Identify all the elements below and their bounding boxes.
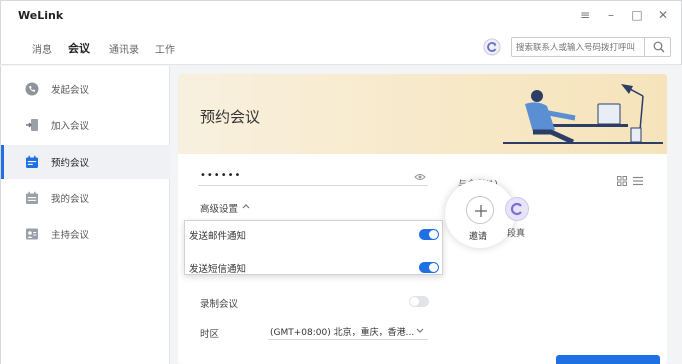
record-meeting-toggle[interactable] (409, 296, 429, 307)
search-button[interactable] (644, 38, 671, 56)
participant-name: 段真 (507, 229, 526, 239)
chevron-down-icon (416, 328, 424, 333)
sidebar-item-host-meeting[interactable]: 主持会议 (1, 217, 170, 251)
sms-notification-toggle[interactable] (419, 262, 439, 273)
sidebar-item-label: 发起会议 (51, 85, 90, 96)
search-input[interactable] (516, 41, 640, 54)
plus-icon (475, 205, 487, 217)
email-notification-toggle[interactable] (419, 229, 439, 240)
minimize-button[interactable]: – (600, 6, 622, 24)
sidebar-item-label: 主持会议 (51, 230, 90, 241)
app-title: WeLink (18, 9, 64, 22)
tab-contacts[interactable]: 通讯录 (109, 41, 139, 56)
tab-messages[interactable]: 消息 (32, 41, 52, 56)
list-view-icon[interactable] (633, 176, 643, 186)
submit-button[interactable] (556, 355, 660, 364)
join-icon (26, 119, 38, 131)
nav-bar: 消息 会议 通讯录 工作 (0, 30, 682, 65)
close-button[interactable]: ✕ (652, 6, 674, 24)
sidebar-item-label: 加入会议 (51, 121, 90, 132)
person-at-desk-illustration (503, 84, 663, 145)
sms-notification-label: 发送短信通知 (189, 264, 247, 275)
timezone-select[interactable]: (GMT+08:00) 北京，重庆，香港... (268, 322, 428, 340)
password-field[interactable]: •••••• (198, 168, 428, 186)
timezone-label: 时区 (200, 329, 220, 340)
maximize-button[interactable]: □ (626, 6, 648, 24)
record-meeting-label: 录制会议 (200, 299, 239, 310)
sidebar-item-my-meetings[interactable]: 我的会议 (1, 181, 170, 215)
sidebar-item-join-meeting[interactable]: 加入会议 (1, 108, 170, 142)
email-notification-label: 发送邮件通知 (189, 231, 247, 242)
sidebar-item-label: 我的会议 (51, 194, 90, 205)
avatar[interactable] (505, 197, 529, 221)
menu-button[interactable]: ≡ (574, 6, 596, 24)
invite-button[interactable] (466, 196, 494, 224)
tab-work[interactable]: 工作 (155, 41, 175, 56)
calendar-list-icon (26, 191, 38, 204)
eye-icon[interactable] (414, 172, 426, 182)
host-icon (26, 228, 38, 240)
phone-icon (25, 82, 39, 96)
page-title: 预约会议 (200, 108, 261, 126)
refresh-icon[interactable] (483, 38, 501, 56)
grid-view-icon[interactable] (617, 176, 627, 186)
password-value: •••••• (200, 170, 242, 181)
sidebar-item-label: 预约会议 (51, 158, 90, 169)
sidebar-item-start-meeting[interactable]: 发起会议 (1, 72, 170, 106)
notification-settings: 发送邮件通知 发送短信通知 (184, 220, 443, 275)
tab-meetings[interactable]: 会议 (68, 40, 90, 56)
timezone-value: (GMT+08:00) 北京，重庆，香港... (270, 328, 415, 338)
search-icon (653, 41, 665, 53)
banner: 预约会议 (178, 74, 667, 154)
invite-label: 邀请 (469, 232, 488, 242)
search-box (511, 37, 671, 57)
schedule-meeting-panel: 预约会议 (178, 74, 667, 364)
sidebar-item-schedule-meeting[interactable]: 预约会议 (1, 145, 170, 179)
sidebar: 发起会议 加入会议 预约会议 我的会议 主持会议 (0, 66, 170, 364)
advanced-settings-toggle[interactable]: 高级设置 (200, 201, 238, 215)
chevron-up-icon[interactable] (242, 203, 250, 209)
user-avatar-icon (510, 202, 522, 216)
calendar-icon (26, 155, 38, 168)
